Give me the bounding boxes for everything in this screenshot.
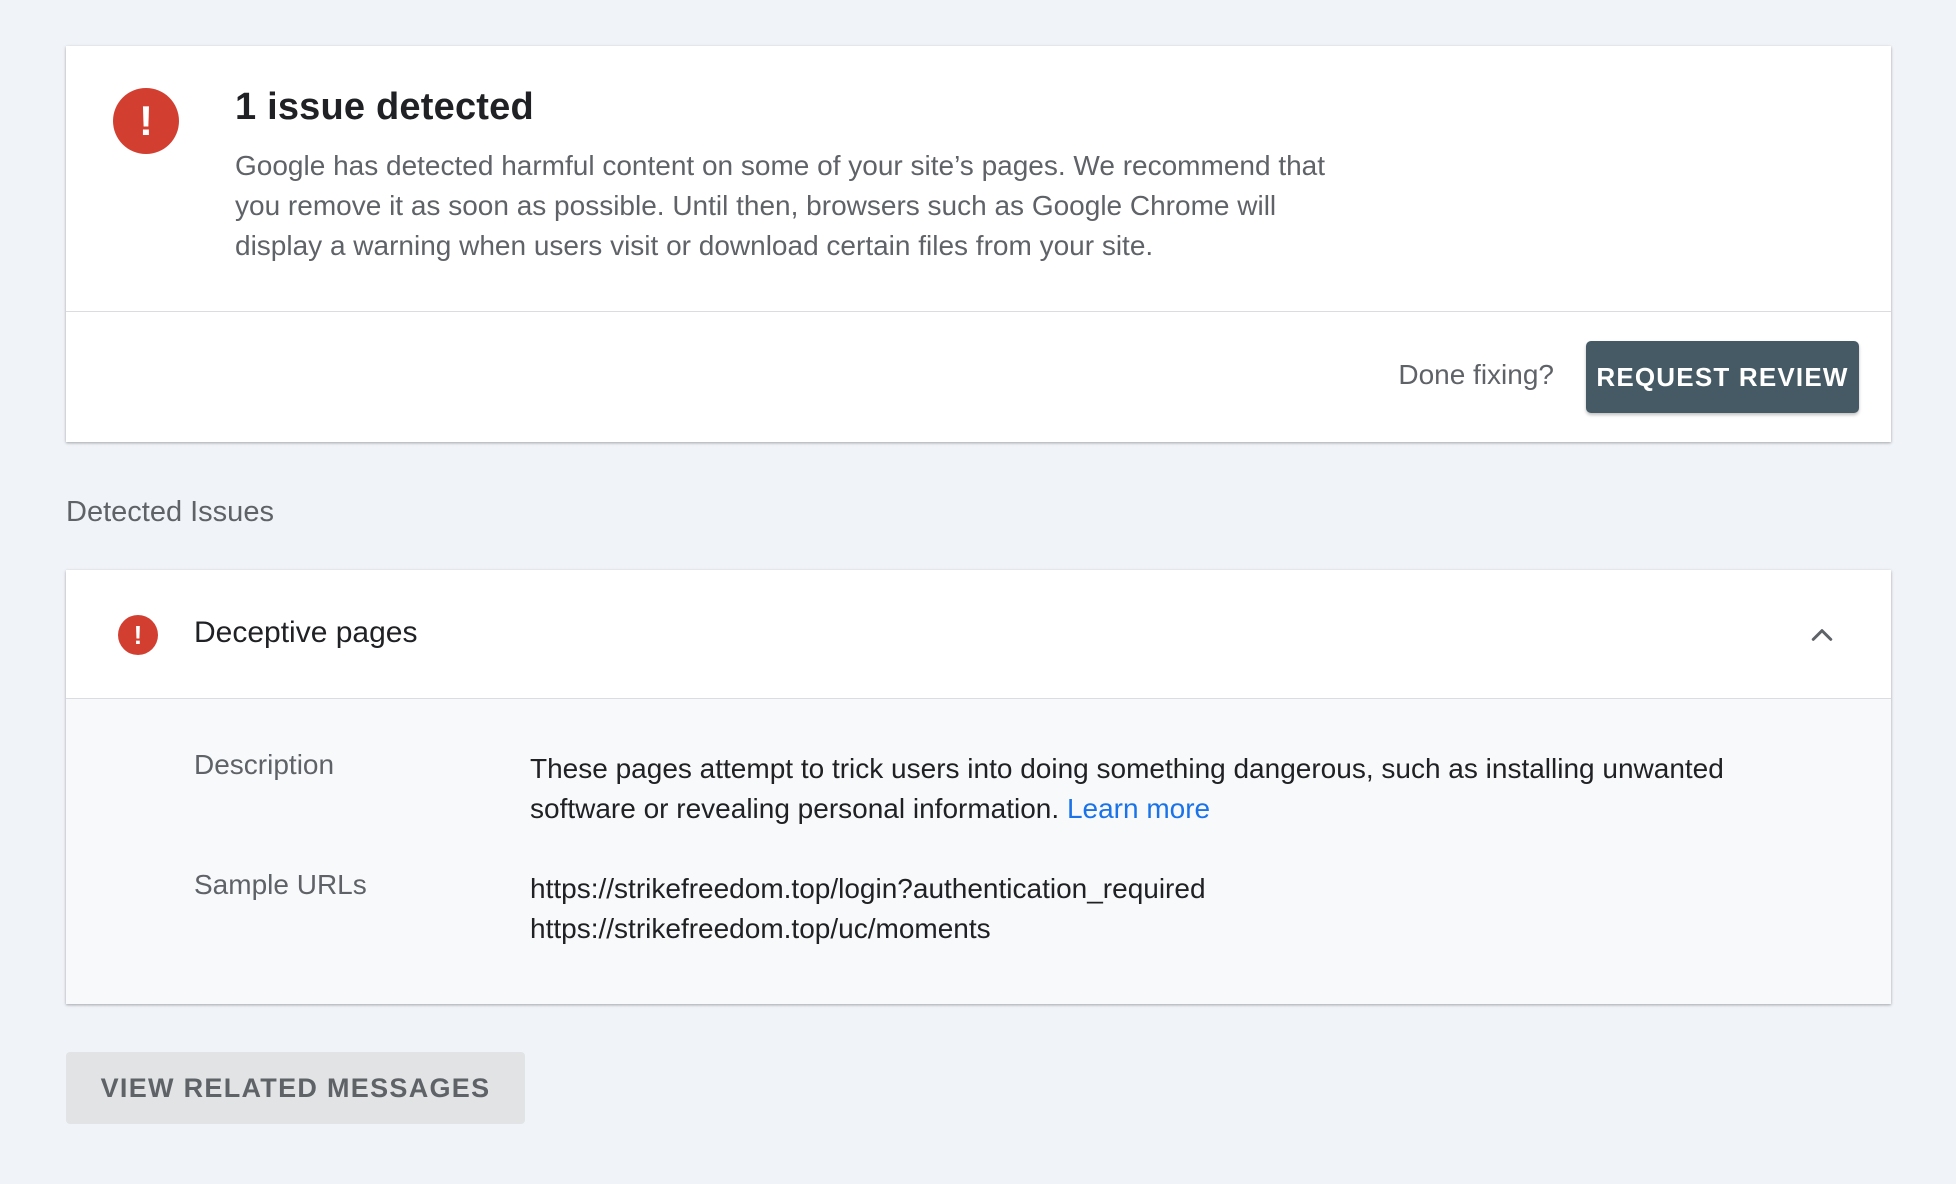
sample-urls-list: https://strikefreedom.top/login?authenti… bbox=[530, 869, 1780, 949]
learn-more-link[interactable]: Learn more bbox=[1067, 793, 1210, 824]
issue-summary-card: ! 1 issue detected Google has detected h… bbox=[66, 46, 1891, 442]
detected-issues-heading: Detected Issues bbox=[66, 496, 274, 528]
sample-urls-label: Sample URLs bbox=[194, 869, 367, 900]
issue-details-panel: Description These pages attempt to trick… bbox=[66, 699, 1891, 1004]
issue-description: These pages attempt to trick users into … bbox=[530, 749, 1780, 829]
exclamation-circle-icon: ! bbox=[113, 88, 179, 154]
sample-url: https://strikefreedom.top/login?authenti… bbox=[530, 873, 1206, 904]
description-label: Description bbox=[194, 749, 335, 780]
issue-summary-body: ! 1 issue detected Google has detected h… bbox=[66, 46, 1891, 312]
issue-row-deceptive-pages[interactable]: ! Deceptive pages bbox=[66, 570, 1891, 699]
chevron-up-icon[interactable] bbox=[1807, 620, 1837, 650]
done-fixing-label: Done fixing? bbox=[1398, 359, 1554, 390]
review-action-bar: Done fixing? REQUEST REVIEW bbox=[66, 312, 1891, 442]
page-title: 1 issue detected bbox=[235, 86, 534, 128]
sample-url: https://strikefreedom.top/uc/moments bbox=[530, 913, 991, 944]
issue-summary-description: Google has detected harmful content on s… bbox=[235, 150, 1326, 261]
alert-glyph: ! bbox=[133, 620, 143, 650]
issue-title: Deceptive pages bbox=[194, 616, 418, 649]
view-related-messages-button[interactable]: VIEW RELATED MESSAGES bbox=[66, 1052, 525, 1124]
alert-glyph: ! bbox=[139, 97, 153, 144]
exclamation-circle-icon: ! bbox=[118, 615, 158, 655]
detected-issues-card: ! Deceptive pages Description These page… bbox=[66, 570, 1891, 1004]
request-review-button[interactable]: REQUEST REVIEW bbox=[1586, 341, 1859, 413]
